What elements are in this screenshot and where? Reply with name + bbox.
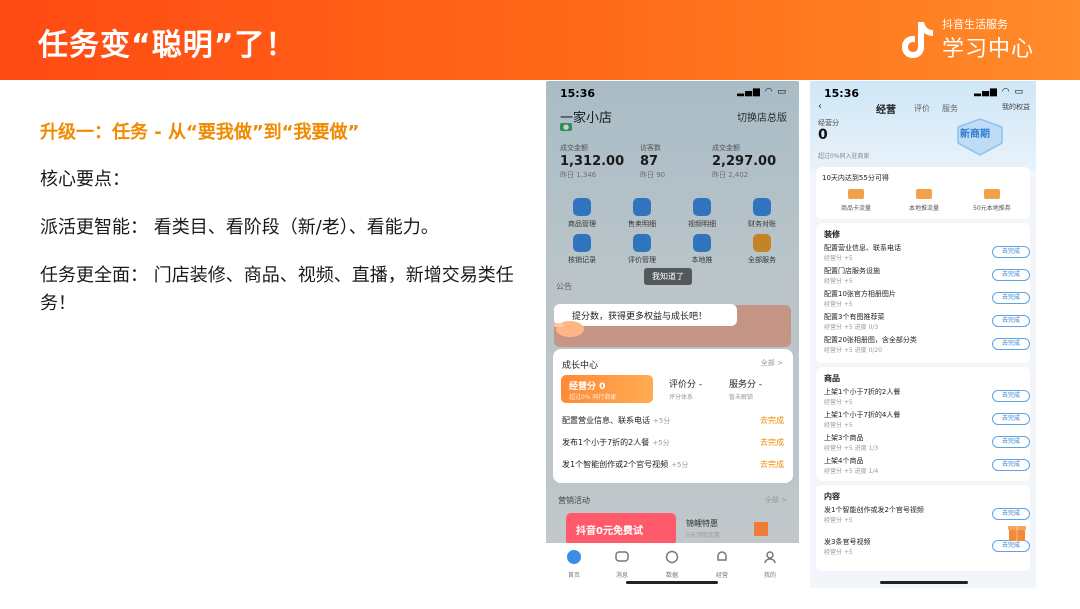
- task-row: 上架1个小于7折的2人餐 经营分 +5 去完成: [824, 387, 1030, 407]
- flag-icon: [754, 522, 768, 536]
- brand-subtitle: 抖音生活服务: [942, 18, 1008, 31]
- tab-service-score[interactable]: 服务分 - 暂未解锁: [729, 377, 762, 401]
- tab-business[interactable]: 经营: [876, 101, 896, 116]
- section-content: 内容 发1个智能创作或发2个官号视频 经营分 +5 去完成 发3条官号视频 经营分 +…: [816, 485, 1030, 571]
- point-comprehensive-tasks: 任务更全面： 门店装修、商品、视频、直播，新增交易类任务！: [40, 265, 514, 314]
- tab-profile[interactable]: 我的: [758, 549, 782, 579]
- tab-business[interactable]: 经营: [710, 549, 734, 579]
- slide-body: 升级一：任务 - 从“要我做”到“我要做” 核心要点： 派活更智能： 看类目、看…: [40, 118, 520, 338]
- task-row: 上架4个商品 经营分 +5 进度 1/4 去完成: [824, 456, 1030, 476]
- bell-icon: [717, 551, 727, 561]
- gift-icon: [848, 189, 864, 199]
- task-row: 配置3个有图推荐菜 经营分 +5 进度 0/3 去完成: [824, 312, 1030, 332]
- coupon-icon: [984, 189, 1000, 199]
- score-value: 0: [818, 127, 828, 143]
- promo-side-sub: 0元领取优惠: [686, 532, 720, 539]
- task-go-button[interactable]: 去完成: [992, 508, 1030, 520]
- task-row: 发1个智能创作或发2个官号视频 经营分 +5 去完成: [824, 505, 1030, 525]
- growth-center-card: 成长中心 全部 > 经营分 0 超过0% 同行商家 评价分 - 评分体系 服务分…: [553, 349, 793, 483]
- task-row: 上架1个小于7折的4人餐 经营分 +5 去完成: [824, 410, 1030, 430]
- tab-messages[interactable]: 消息: [610, 549, 634, 579]
- growth-center-title: 成长中心: [562, 361, 599, 371]
- slide-title: 任务变“聪明”了！: [38, 28, 297, 63]
- task-row: 配置营业信息、联系电话 +5分 去完成: [562, 415, 784, 426]
- reward-item: 商品卡流量: [826, 189, 886, 212]
- reward-item: 50元本地推券: [962, 189, 1022, 212]
- top-nav: ‹ 经营 评价 服务 我的权益: [818, 101, 1030, 116]
- home-icon: [567, 550, 581, 564]
- task-row: 配置营业信息、联系电话 经营分 +5 去完成: [824, 243, 1030, 263]
- brand: 抖音生活服务 学习中心: [898, 14, 1048, 66]
- reward-title: 10天内达到55分可得: [822, 174, 889, 182]
- tab-services[interactable]: 服务: [942, 103, 958, 114]
- home-indicator: [626, 581, 718, 584]
- chart-icon: [665, 550, 679, 564]
- tab-business-score[interactable]: 经营分 0 超过0% 同行商家: [561, 375, 653, 403]
- my-rights-link[interactable]: 我的权益: [1002, 102, 1030, 112]
- header-banner: 任务变“聪明”了！ 抖音生活服务 学习中心: [0, 0, 1080, 80]
- promo-all-link[interactable]: 全部 >: [765, 495, 787, 505]
- task-row: 配置20张相册图，含全部分类 经营分 +5 进度 0/20 去完成: [824, 335, 1030, 355]
- tab-data[interactable]: 数据: [660, 549, 684, 579]
- task-go-button[interactable]: 去完成: [992, 315, 1030, 327]
- task-go-button[interactable]: 去完成: [760, 459, 784, 470]
- home-indicator: [880, 581, 968, 584]
- task-go-button[interactable]: 去完成: [992, 436, 1030, 448]
- task-go-button[interactable]: 去完成: [992, 246, 1030, 258]
- task-go-button[interactable]: 去完成: [992, 292, 1030, 304]
- status-time: 15:36: [824, 87, 860, 100]
- upgrade-heading: 升级一：任务 - 从“要我做”到“我要做”: [40, 122, 360, 143]
- gift-box-icon[interactable]: [1006, 521, 1028, 543]
- score-sub: 超过0%同入驻商家: [818, 153, 870, 160]
- task-row: 上架3个商品 经营分 +5 进度 1/3 去完成: [824, 433, 1030, 453]
- tab-home[interactable]: 首页: [562, 549, 586, 579]
- section-products: 商品 上架1个小于7折的2人餐 经营分 +5 去完成 上架1个小于7折的4人餐 经营分…: [816, 367, 1030, 481]
- points-label: 核心要点：: [40, 169, 130, 190]
- task-go-button[interactable]: 去完成: [760, 415, 784, 426]
- task-go-button[interactable]: 去完成: [992, 413, 1030, 425]
- stage-label: 新商期: [960, 129, 990, 140]
- task-row: 发1个智能创作或2个官号视频 +5分 去完成: [562, 459, 784, 470]
- task-row: 配置10张官方相册图片 经营分 +5 去完成: [824, 289, 1030, 309]
- user-icon: [764, 551, 776, 564]
- douyin-logo-icon: [902, 22, 933, 58]
- reward-item: 本地推流量: [894, 189, 954, 212]
- phone-screenshot-home: 15:36 ▂▄▆ ◠ ▭ 一家小店 ● 切换店总版 成交金额 1,312.00…: [546, 81, 799, 588]
- gift-icon: [916, 189, 932, 199]
- reward-card: 10天内达到55分可得 商品卡流量 本地推流量 50元本地推券: [816, 167, 1030, 219]
- got-it-button[interactable]: 我知道了: [644, 268, 692, 285]
- task-go-button[interactable]: 去完成: [992, 269, 1030, 281]
- message-icon: [615, 551, 629, 562]
- task-row: 发布1个小于7折的2人餐 +5分 去完成: [562, 437, 784, 448]
- promo-section-title: 营销活动: [558, 496, 590, 505]
- point-smart-dispatch: 派活更智能： 看类目、看阶段（新/老）、看能力。: [40, 217, 439, 238]
- signal-icon: ▂▄▆ ◠ ▭: [974, 87, 1024, 97]
- task-go-button[interactable]: 去完成: [992, 390, 1030, 402]
- task-go-button[interactable]: 去完成: [992, 459, 1030, 471]
- tab-review-score[interactable]: 评价分 - 评分体系: [669, 377, 702, 401]
- task-go-button[interactable]: 去完成: [992, 338, 1030, 350]
- tab-reviews[interactable]: 评价: [914, 103, 930, 114]
- growth-all-link[interactable]: 全部 >: [761, 358, 783, 368]
- brand-name: 学习中心: [942, 37, 1035, 62]
- back-icon[interactable]: ‹: [818, 101, 822, 112]
- phone-screenshot-tasks: 15:36 ▂▄▆ ◠ ▭ ‹ 经营 评价 服务 我的权益 经营分 0 超过0%…: [810, 81, 1036, 588]
- free-trial-card[interactable]: 抖音0元免费试: [566, 513, 676, 545]
- promo-side-title[interactable]: 锦鲤特惠: [686, 518, 718, 529]
- task-go-button[interactable]: 去完成: [760, 437, 784, 448]
- task-row: 配置门店服务设施 经营分 +5 去完成: [824, 266, 1030, 286]
- pointing-hand-icon: [554, 321, 584, 337]
- section-decoration: 装修 配置营业信息、联系电话 经营分 +5 去完成 配置门店服务设施 经营分 +5 去完…: [816, 223, 1030, 363]
- task-row: 发3条官号视频 经营分 +5 去完成: [824, 537, 1030, 557]
